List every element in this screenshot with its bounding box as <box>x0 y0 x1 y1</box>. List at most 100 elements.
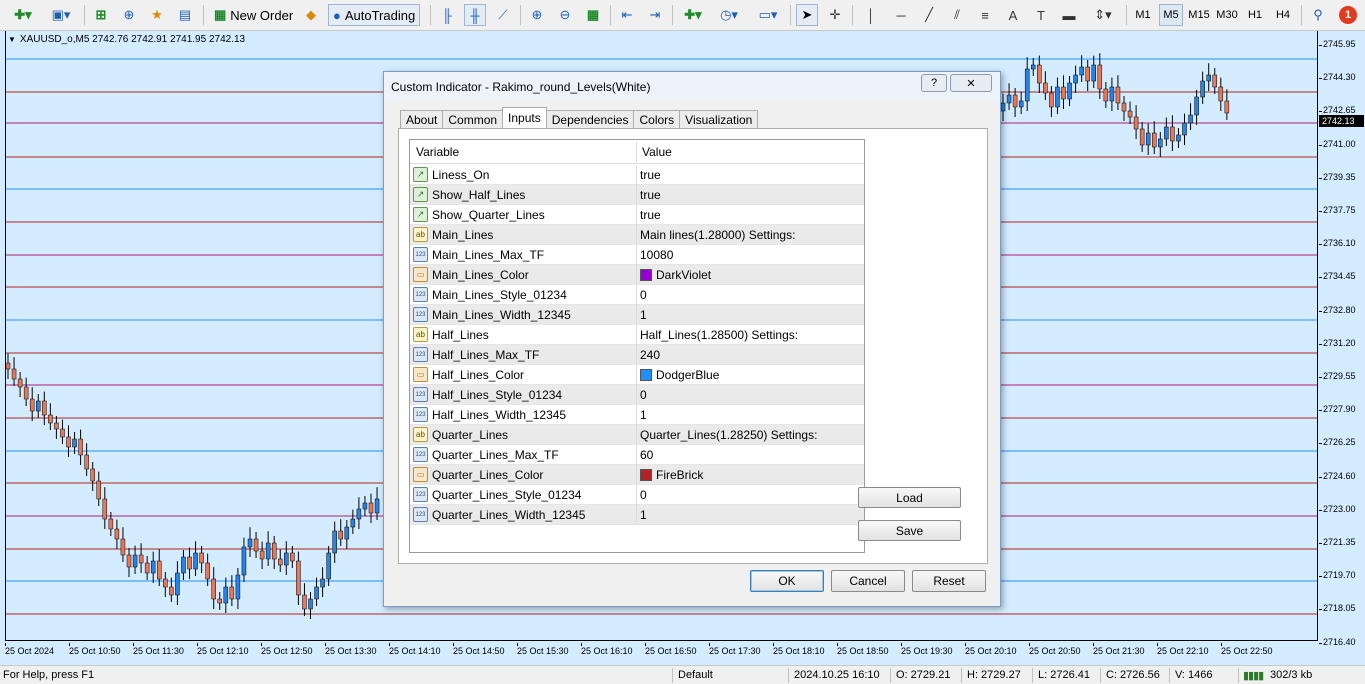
input-row-quarter-lines-color[interactable]: ▭ Quarter_Lines_Color FireBrick <box>410 465 864 485</box>
close-button[interactable]: ✕ <box>950 74 992 92</box>
new-chart-button[interactable]: ✚▾ <box>8 4 38 26</box>
chart-shift-button[interactable]: ⇤ <box>616 4 638 26</box>
periods-button[interactable]: ◷▾ <box>714 4 744 26</box>
text-tool[interactable]: A <box>1002 4 1024 26</box>
load-button[interactable]: Load <box>858 487 961 508</box>
input-row-quarter-lines-max-tf[interactable]: 123 Quarter_Lines_Max_TF 60 <box>410 445 864 465</box>
tab-common[interactable]: Common <box>442 110 504 129</box>
timeframe-m1[interactable]: M1 <box>1131 4 1155 26</box>
time-axis[interactable]: 25 Oct 2024 25 Oct 10:50 25 Oct 11:30 25 Oc… <box>0 643 1320 663</box>
alerts-button[interactable]: 1 <box>1336 4 1360 26</box>
channel-tool[interactable]: ⫽ <box>946 4 968 26</box>
input-value-text: Half_Lines(1.28500) Settings: <box>640 328 799 342</box>
input-row-main-lines[interactable]: ab Main_Lines Main lines(1.28000) Setting… <box>410 225 864 245</box>
timeframe-m15[interactable]: M15 <box>1187 4 1211 26</box>
input-value[interactable]: Half_Lines(1.28500) Settings: <box>640 328 798 342</box>
templates-button[interactable]: ▭▾ <box>752 4 784 26</box>
input-row-main-lines-style-01234[interactable]: 123 Main_Lines_Style_01234 0 <box>410 285 864 305</box>
input-value[interactable]: 0 <box>640 488 647 502</box>
input-row-half-lines-max-tf[interactable]: 123 Half_Lines_Max_TF 240 <box>410 345 864 365</box>
tab-dependencies[interactable]: Dependencies <box>545 110 635 129</box>
vertical-line-tool[interactable]: │ <box>860 4 882 26</box>
input-row-half-lines-color[interactable]: ▭ Half_Lines_Color DodgerBlue <box>410 365 864 385</box>
input-row-half-lines-width-12345[interactable]: 123 Half_Lines_Width_12345 1 <box>410 405 864 425</box>
input-value[interactable]: 1 <box>640 308 647 322</box>
trendline-tool[interactable]: ╱ <box>918 4 940 26</box>
bar-chart-button[interactable]: ╟ <box>436 4 458 26</box>
navigator-button[interactable]: ★ <box>146 4 168 26</box>
input-value[interactable]: 0 <box>640 388 647 402</box>
search-button[interactable]: ⚲ <box>1307 4 1329 26</box>
input-value[interactable]: 1 <box>640 508 647 522</box>
horizontal-line-tool[interactable]: ─ <box>890 4 912 26</box>
input-row-main-lines-width-12345[interactable]: 123 Main_Lines_Width_12345 1 <box>410 305 864 325</box>
bearish-candle <box>205 562 210 580</box>
tile-windows-button[interactable]: ▦ <box>582 4 604 26</box>
input-row-show-quarter-lines[interactable]: ↗ Show_Quarter_Lines true <box>410 205 864 225</box>
profiles-button[interactable]: ▣▾ <box>46 4 76 26</box>
input-row-quarter-lines-width-12345[interactable]: 123 Quarter_Lines_Width_12345 1 <box>410 505 864 525</box>
input-value[interactable]: true <box>640 188 661 202</box>
input-row-half-lines[interactable]: ab Half_Lines Half_Lines(1.28500) Setting… <box>410 325 864 345</box>
input-row-quarter-lines[interactable]: ab Quarter_Lines Quarter_Lines(1.28250) S… <box>410 425 864 445</box>
fibonacci-tool[interactable]: ≡ <box>974 4 996 26</box>
input-value[interactable]: DarkViolet <box>640 268 711 282</box>
input-value[interactable]: 10080 <box>640 248 673 262</box>
column-header-variable[interactable]: Variable <box>416 145 459 159</box>
collapse-triangle-icon[interactable]: ▼ <box>8 35 16 44</box>
autotrading-button[interactable]: ● AutoTrading <box>328 4 421 26</box>
input-row-main-lines-color[interactable]: ▭ Main_Lines_Color DarkViolet <box>410 265 864 285</box>
input-value[interactable]: DodgerBlue <box>640 368 719 382</box>
timeframe-m5[interactable]: M5 <box>1159 4 1183 26</box>
dialog-titlebar[interactable]: Custom Indicator - Rakimo_round_Levels(W… <box>384 72 1000 100</box>
crosshair-tool[interactable]: ✛ <box>824 4 846 26</box>
candlestick-button[interactable]: ╫ <box>464 4 486 26</box>
tab-inputs[interactable]: Inputs <box>502 107 547 128</box>
zoom-out-button[interactable]: ⊖ <box>554 4 576 26</box>
data-window-button[interactable]: ⊕ <box>118 4 140 26</box>
indicators-button[interactable]: ✚▾ <box>678 4 708 26</box>
metaeditor-button[interactable]: ◆ <box>300 4 322 26</box>
shapes-tool[interactable]: ▬ <box>1058 4 1080 26</box>
column-header-value[interactable]: Value <box>642 145 672 159</box>
text-label-tool[interactable]: T <box>1030 4 1052 26</box>
input-value[interactable]: 1 <box>640 408 647 422</box>
terminal-button[interactable]: ▤ <box>174 4 196 26</box>
auto-scroll-button[interactable]: ⇥ <box>644 4 666 26</box>
save-button[interactable]: Save <box>858 520 961 541</box>
tab-colors[interactable]: Colors <box>633 110 681 129</box>
cancel-button[interactable]: Cancel <box>831 570 905 592</box>
input-value[interactable]: Quarter_Lines(1.28250) Settings: <box>640 428 817 442</box>
bullish-candle <box>374 498 380 514</box>
arrows-tool[interactable]: ⇕▾ <box>1088 4 1118 26</box>
cursor-tool[interactable]: ➤ <box>796 4 818 26</box>
new-order-button[interactable]: ▦ New Order <box>210 4 297 26</box>
line-chart-button[interactable]: ⟋ <box>492 4 514 26</box>
input-value[interactable]: 60 <box>640 448 653 462</box>
zoom-in-button[interactable]: ⊕ <box>526 4 548 26</box>
input-row-main-lines-max-tf[interactable]: 123 Main_Lines_Max_TF 10080 <box>410 245 864 265</box>
integer-type-icon: 123 <box>413 307 428 322</box>
input-value[interactable]: FireBrick <box>640 468 703 482</box>
bullish-candle <box>350 518 356 528</box>
status-traffic: 302/3 kb <box>1270 669 1313 681</box>
input-row-show-half-lines[interactable]: ↗ Show_Half_Lines true <box>410 185 864 205</box>
help-button[interactable]: ? <box>921 74 947 92</box>
input-value[interactable]: true <box>640 168 661 182</box>
timeframe-h4[interactable]: H4 <box>1271 4 1295 26</box>
input-value[interactable]: true <box>640 208 661 222</box>
input-value[interactable]: 240 <box>640 348 660 362</box>
input-row-half-lines-style-01234[interactable]: 123 Half_Lines_Style_01234 0 <box>410 385 864 405</box>
input-row-liness-on[interactable]: ↗ Liness_On true <box>410 165 864 185</box>
timeframe-h1[interactable]: H1 <box>1243 4 1267 26</box>
timeframe-m30[interactable]: M30 <box>1215 4 1239 26</box>
input-value[interactable]: 0 <box>640 288 647 302</box>
reset-button[interactable]: Reset <box>912 570 986 592</box>
input-value[interactable]: Main lines(1.28000) Settings: <box>640 228 795 242</box>
bearish-candle <box>102 498 108 520</box>
tab-visualization[interactable]: Visualization <box>679 110 759 129</box>
tab-about[interactable]: About <box>400 110 444 129</box>
market-watch-button[interactable]: ⊞ <box>90 4 112 26</box>
ok-button[interactable]: OK <box>750 570 824 592</box>
input-row-quarter-lines-style-01234[interactable]: 123 Quarter_Lines_Style_01234 0 <box>410 485 864 505</box>
